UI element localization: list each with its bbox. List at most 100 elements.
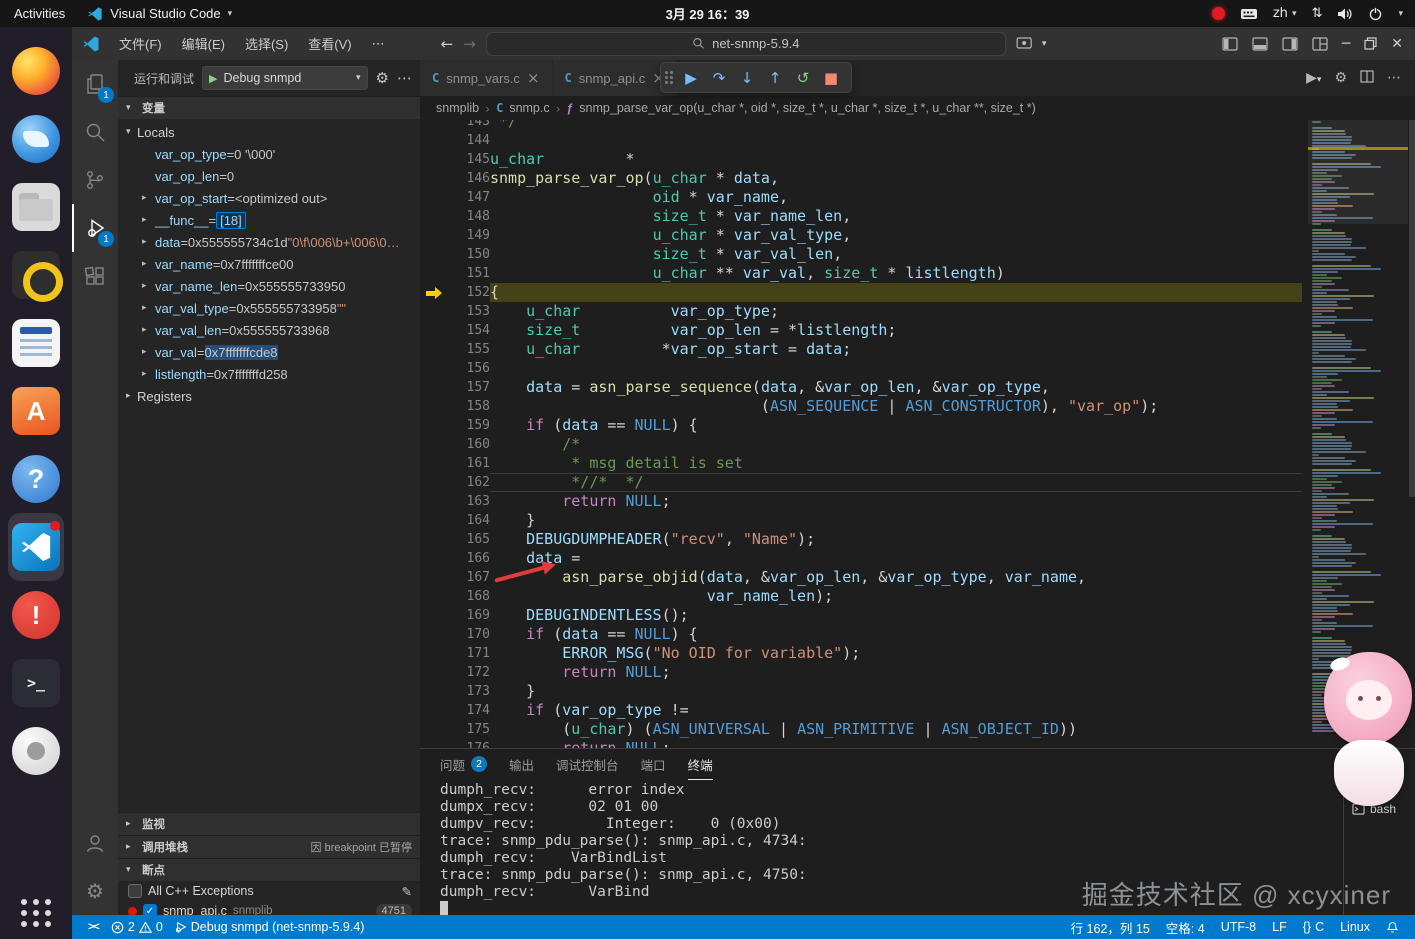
- code-line[interactable]: 153 u_char var_op_type;: [420, 302, 1302, 321]
- stop-button[interactable]: ■: [819, 69, 843, 87]
- step-into-button[interactable]: ↓: [735, 69, 759, 87]
- toggle-primary-sidebar-icon[interactable]: [1222, 37, 1238, 51]
- cursor-position[interactable]: 行 162，列 15: [1065, 918, 1156, 937]
- variable-row[interactable]: ▸var_name_len = 0x555555733950: [118, 275, 420, 297]
- variable-row[interactable]: var_op_type = 0 '\000': [118, 143, 420, 165]
- restart-button[interactable]: ↺: [791, 69, 815, 87]
- code-line[interactable]: 145u_char *: [420, 150, 1302, 169]
- code-line[interactable]: 158 (ASN_SEQUENCE | ASN_CONSTRUCTOR), "v…: [420, 397, 1302, 416]
- code-line[interactable]: 150 size_t * var_val_len,: [420, 245, 1302, 264]
- clock[interactable]: 3月 29 16：39: [666, 4, 750, 23]
- sidebar-more-actions-icon[interactable]: ⋯: [397, 69, 412, 87]
- menu-view[interactable]: 查看(V): [299, 30, 360, 57]
- breadcrumb-folder[interactable]: snmplib: [436, 101, 479, 115]
- exceptions-checkbox[interactable]: [128, 884, 142, 898]
- encoding-status[interactable]: UTF-8: [1215, 920, 1262, 934]
- search-icon[interactable]: [72, 108, 118, 156]
- code-line[interactable]: 149 u_char * var_val_type,: [420, 226, 1302, 245]
- code-line[interactable]: 155 u_char *var_op_start = data;: [420, 340, 1302, 359]
- code-line[interactable]: 146snmp_parse_var_op(u_char * data,: [420, 169, 1302, 188]
- edit-condition-icon[interactable]: ✎: [402, 884, 412, 899]
- start-debug-icon[interactable]: ▶: [209, 72, 217, 85]
- screencast-toggle-icon[interactable]: [1016, 37, 1032, 51]
- variable-row[interactable]: ▸data = 0x555555734c1d "0\f\006\b+\006\0…: [118, 231, 420, 253]
- code-line[interactable]: 168 var_name_len);: [420, 587, 1302, 606]
- navigate-forward-icon[interactable]: →: [463, 35, 476, 53]
- code-line[interactable]: 164 }: [420, 511, 1302, 530]
- volume-icon[interactable]: [1337, 7, 1353, 21]
- code-line[interactable]: 170 if (data == NULL) {: [420, 625, 1302, 644]
- tab-problems[interactable]: 问题 2: [440, 749, 487, 780]
- variable-row[interactable]: ▸var_op_start = <optimized out>: [118, 187, 420, 209]
- breadcrumb-file[interactable]: snmp.c: [509, 101, 549, 115]
- code-line[interactable]: 162 *//* */: [420, 473, 1302, 492]
- watch-section-header[interactable]: ▸ 监视: [118, 812, 420, 835]
- code-line[interactable]: 144: [420, 131, 1302, 150]
- debug-settings-gear-icon[interactable]: ⚙: [376, 69, 389, 87]
- locals-scope[interactable]: ▾ Locals: [118, 121, 420, 143]
- explorer-icon[interactable]: 1: [72, 60, 118, 108]
- registers-scope[interactable]: ▸ Registers: [118, 385, 420, 407]
- code-line[interactable]: 174 if (var_op_type !=: [420, 701, 1302, 720]
- code-line[interactable]: 175 (u_char) (ASN_UNIVERSAL | ASN_PRIMIT…: [420, 720, 1302, 739]
- code-line[interactable]: 151 u_char ** var_val, size_t * listleng…: [420, 264, 1302, 283]
- remote-indicator[interactable]: ><: [82, 921, 105, 933]
- variable-row[interactable]: ▸var_name = 0x7fffffffce00: [118, 253, 420, 275]
- keyboard-icon[interactable]: [1240, 7, 1258, 21]
- editor-scrollbar[interactable]: [1409, 120, 1415, 497]
- input-language-indicator[interactable]: zh ▾: [1273, 6, 1297, 21]
- breadcrumb-symbol[interactable]: snmp_parse_var_op(u_char *, oid *, size_…: [579, 101, 1036, 115]
- variable-row[interactable]: ▸__func__ = [18]: [118, 209, 420, 231]
- dock-vscode[interactable]: [8, 513, 64, 581]
- dock-firefox[interactable]: [8, 37, 64, 105]
- callstack-section-header[interactable]: ▸ 调用堆栈 因 breakpoint 已暂停: [118, 835, 420, 858]
- variable-row[interactable]: ▸var_val = 0x7fffffffcde8: [118, 341, 420, 363]
- code-line[interactable]: 147 oid * var_name,: [420, 188, 1302, 207]
- breadcrumb[interactable]: snmplib › C snmp.c › ƒ snmp_parse_var_op…: [420, 96, 1415, 120]
- toggle-panel-icon[interactable]: [1252, 37, 1268, 51]
- tab-debug-console[interactable]: 调试控制台: [556, 749, 619, 780]
- toolbar-drag-handle[interactable]: [665, 71, 673, 84]
- step-over-button[interactable]: ↷: [707, 69, 731, 87]
- breakpoints-section-header[interactable]: ▾ 断点: [118, 858, 420, 881]
- run-debug-icon[interactable]: 1: [72, 204, 118, 252]
- accounts-icon[interactable]: [72, 819, 118, 867]
- window-minimize-icon[interactable]: ─: [1342, 36, 1350, 52]
- code-line[interactable]: 143 */: [420, 120, 1302, 131]
- extensions-icon[interactable]: [72, 252, 118, 300]
- code-line[interactable]: 157 data = asn_parse_sequence(data, &var…: [420, 378, 1302, 397]
- power-icon[interactable]: [1368, 6, 1383, 21]
- menu-file[interactable]: 文件(F): [110, 30, 171, 57]
- code-line[interactable]: 156: [420, 359, 1302, 378]
- screen-recording-indicator-icon[interactable]: [1212, 7, 1225, 20]
- notifications-bell-icon[interactable]: [1380, 921, 1405, 934]
- navigate-back-icon[interactable]: ←: [441, 35, 454, 53]
- minimap-viewport[interactable]: [1308, 120, 1408, 224]
- customize-layout-icon[interactable]: [1312, 37, 1328, 51]
- code-line[interactable]: 148 size_t * var_name_len,: [420, 207, 1302, 226]
- activities-button[interactable]: Activities: [14, 6, 65, 21]
- eol-status[interactable]: LF: [1266, 920, 1293, 934]
- code-line[interactable]: 161 * msg detail is set: [420, 454, 1302, 473]
- dock-ubuntu-software[interactable]: A: [8, 377, 64, 445]
- toggle-secondary-sidebar-icon[interactable]: [1282, 37, 1298, 51]
- code-line[interactable]: 159 if (data == NULL) {: [420, 416, 1302, 435]
- dock-files[interactable]: [8, 173, 64, 241]
- dock-help[interactable]: ?: [8, 445, 64, 513]
- code-line[interactable]: 152{: [420, 283, 1302, 302]
- exception-breakpoint-row[interactable]: All C++ Exceptions ✎: [118, 881, 420, 901]
- breakpoint-checkbox[interactable]: ✓: [143, 904, 157, 915]
- manage-gear-icon[interactable]: ⚙: [72, 867, 118, 915]
- variables-section-header[interactable]: ▾ 变量: [118, 96, 420, 119]
- close-tab-icon[interactable]: ×: [527, 69, 540, 87]
- chevron-down-icon[interactable]: ▾: [1042, 39, 1047, 49]
- window-restore-icon[interactable]: [1364, 37, 1377, 50]
- dock-error-report[interactable]: !: [8, 581, 64, 649]
- code-line[interactable]: 169 DEBUGINDENTLESS();: [420, 606, 1302, 625]
- debug-config-select[interactable]: ▶ Debug snmpd ▾: [202, 66, 368, 90]
- variable-row[interactable]: ▸var_val_type = 0x555555733958 "": [118, 297, 420, 319]
- code-line[interactable]: 171 ERROR_MSG("No OID for variable");: [420, 644, 1302, 663]
- active-app-menu[interactable]: Visual Studio Code ▾: [87, 6, 232, 22]
- window-close-icon[interactable]: ✕: [1391, 36, 1403, 52]
- code-line[interactable]: 172 return NULL;: [420, 663, 1302, 682]
